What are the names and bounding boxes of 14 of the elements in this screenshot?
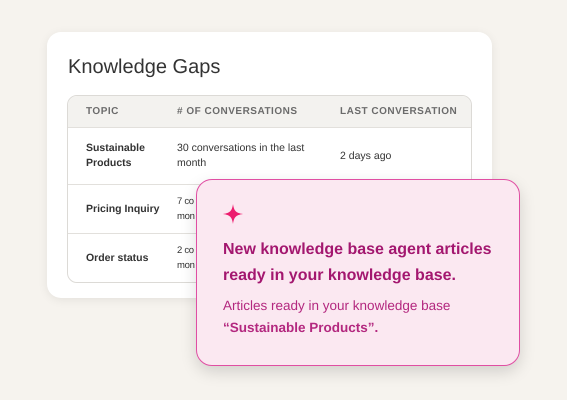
column-header: # OF CONVERSATIONS [176, 105, 298, 119]
card-title: Knowledge Gaps [67, 55, 222, 80]
notification-title: New knowledge base agent articles ready in your knowledge base. [223, 240, 493, 286]
table-cell-text: 2 days ago [339, 148, 392, 164]
table-cell-text: Sustainable Products [85, 141, 146, 171]
table-cell-text: 30 conversations in the last month [176, 141, 306, 171]
table-cell-text: Pricing Inquiry [85, 202, 161, 216]
table-cell-text: 7 co mon [177, 195, 196, 224]
table-cell-text: Order status [85, 250, 150, 266]
column-header: TOPIC [85, 105, 120, 119]
table-cell-text: 2 co mon [177, 244, 196, 273]
column-header: LAST CONVERSATION [339, 105, 458, 119]
notification-message: Articles ready in your knowledge base “Sustainable Products”. [223, 297, 452, 337]
sparkle-icon [223, 204, 243, 224]
